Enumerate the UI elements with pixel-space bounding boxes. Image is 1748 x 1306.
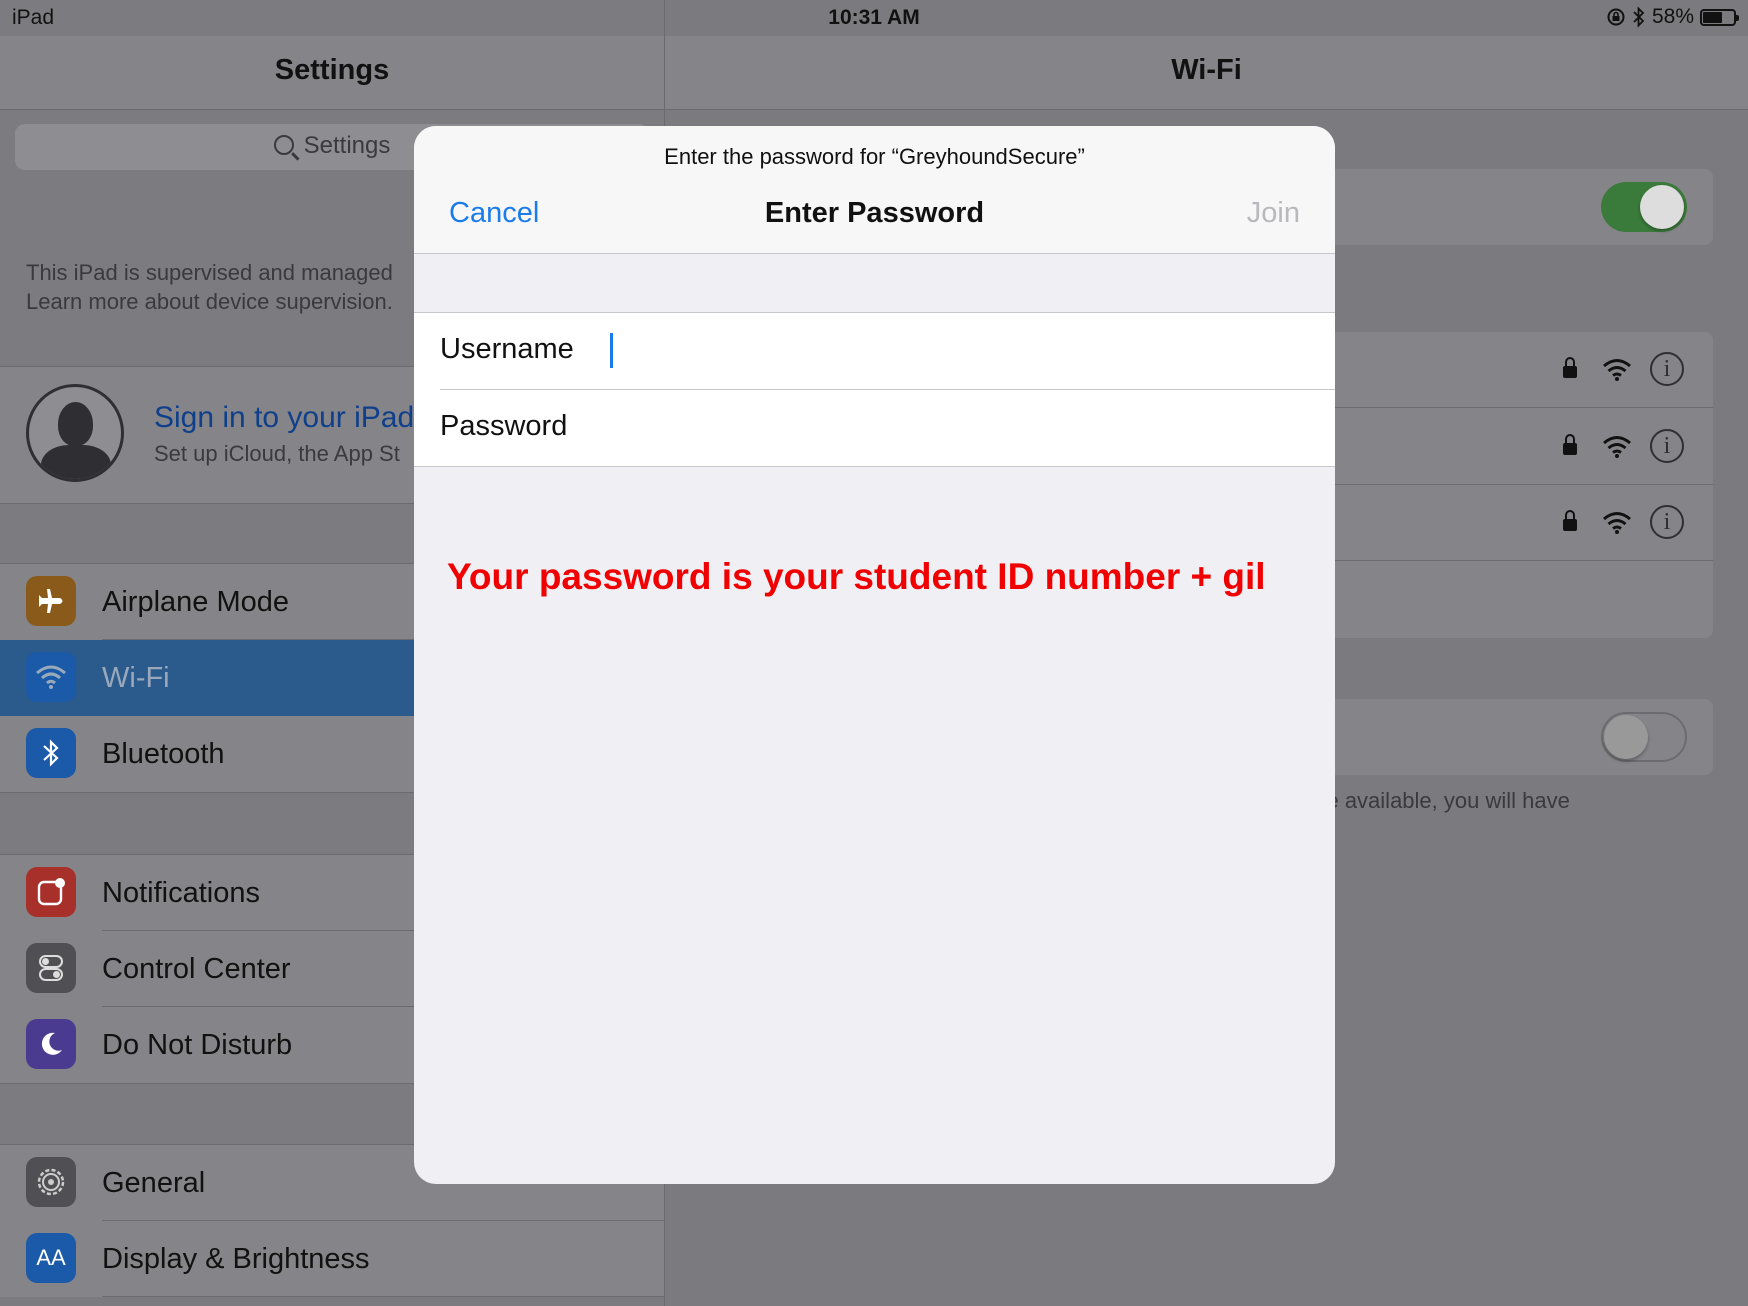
bluetooth-icon (26, 728, 76, 778)
wifi-toggle[interactable] (1601, 182, 1687, 232)
dialog-header: Enter the password for “GreyhoundSecure”… (414, 126, 1335, 254)
username-row: Username (414, 313, 1335, 390)
supervision-notice: This iPad is supervised and managed Lear… (26, 258, 393, 316)
wifi-signal-icon (1603, 436, 1631, 458)
sidebar-item-label: General (102, 1167, 206, 1199)
cancel-button[interactable]: Cancel (449, 197, 539, 230)
sign-in-title: Sign in to your iPad (154, 401, 415, 434)
sidebar-item-label: Control Center (102, 953, 291, 985)
sidebar-item-label: Bluetooth (102, 738, 225, 770)
lock-icon (1563, 357, 1577, 378)
notifications-icon (26, 867, 76, 917)
password-label: Password (440, 410, 568, 442)
wifi-icon (26, 652, 76, 702)
sidebar-item-label: Airplane Mode (102, 586, 289, 618)
password-hint: Your password is your student ID number … (447, 556, 1266, 597)
display-icon: AA (26, 1233, 76, 1283)
wifi-signal-icon (1603, 359, 1631, 381)
status-bar: iPad 10:31 AM 58% (0, 0, 1748, 36)
avatar (26, 384, 124, 482)
battery-icon (1700, 8, 1739, 26)
info-icon[interactable]: i (1650, 505, 1684, 539)
battery-percent: 58% (1651, 5, 1694, 28)
sidebar-item-label: Do Not Disturb (102, 1029, 293, 1061)
lock-icon (1563, 510, 1577, 531)
wifi-signal-icon (1603, 512, 1631, 534)
rotation-lock-icon (1607, 8, 1625, 26)
status-right: 58% (1606, 5, 1739, 29)
sidebar-item-label: Display & Brightness (102, 1243, 370, 1275)
enter-password-dialog: Enter the password for “GreyhoundSecure”… (414, 126, 1335, 1184)
search-placeholder: Settings (303, 132, 391, 159)
info-icon[interactable]: i (1650, 352, 1684, 386)
credentials-form: Username Password (414, 312, 1335, 467)
control-center-icon (26, 943, 76, 993)
join-button[interactable]: Join (1247, 197, 1300, 230)
dialog-prompt: Enter the password for “GreyhoundSecure” (664, 144, 1085, 169)
wifi-title: Wi-Fi (1171, 54, 1242, 86)
gear-icon (26, 1157, 76, 1207)
password-field[interactable] (610, 402, 1304, 454)
sidebar-item-display-brightness[interactable]: AA Display & Brightness (0, 1221, 664, 1297)
supervision-link[interactable]: Learn more about device supervision. (26, 287, 393, 316)
sidebar-item-label: Notifications (102, 877, 260, 909)
settings-title: Settings (274, 54, 390, 86)
username-label: Username (440, 333, 574, 365)
password-row: Password (414, 390, 1335, 466)
username-field[interactable] (610, 325, 1304, 377)
ask-to-join-toggle[interactable] (1601, 712, 1687, 762)
moon-icon (26, 1019, 76, 1069)
airplane-icon (26, 576, 76, 626)
status-time: 10:31 AM (828, 6, 920, 29)
info-icon[interactable]: i (1650, 429, 1684, 463)
dialog-title: Enter Password (764, 197, 985, 229)
bluetooth-icon (1633, 6, 1645, 28)
sidebar-item-label: Wi-Fi (102, 662, 170, 694)
search-icon (273, 135, 294, 155)
supervision-text: This iPad is supervised and managed (26, 260, 393, 285)
sign-in-subtitle: Set up iCloud, the App St (154, 441, 400, 466)
lock-icon (1563, 434, 1577, 455)
